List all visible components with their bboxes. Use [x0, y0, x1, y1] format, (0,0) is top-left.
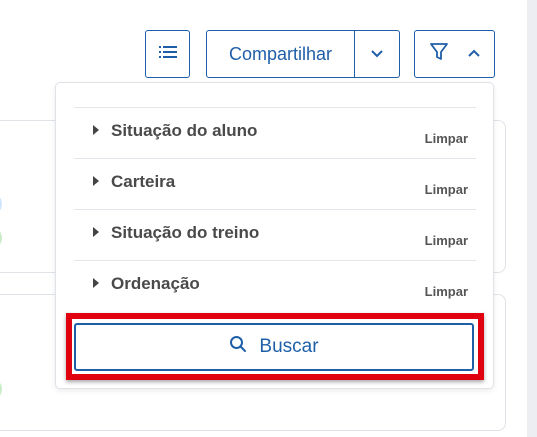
status-dot — [0, 227, 2, 249]
caret-right-icon — [93, 227, 99, 237]
share-dropdown-toggle[interactable] — [355, 31, 399, 77]
clear-filter-link[interactable]: Limpar — [425, 233, 468, 248]
status-dot — [0, 378, 2, 400]
chevron-up-icon — [467, 45, 481, 63]
filter-icon — [429, 42, 449, 67]
search-button[interactable]: Buscar — [74, 323, 474, 371]
search-icon — [229, 335, 247, 359]
filter-label: Ordenação — [111, 274, 200, 293]
caret-right-icon — [93, 125, 99, 135]
caret-right-icon — [93, 176, 99, 186]
filter-item-ordenacao[interactable]: Ordenação Limpar — [74, 260, 476, 311]
page-gutter — [527, 0, 537, 437]
filter-item-situacao-treino[interactable]: Situação do treino Limpar — [74, 209, 476, 260]
list-view-button[interactable] — [145, 30, 190, 78]
filter-item-situacao-aluno[interactable]: Situação do aluno Limpar — [74, 107, 476, 158]
clear-filter-link[interactable]: Limpar — [425, 284, 468, 299]
filter-label: Carteira — [111, 172, 176, 191]
search-button-label: Buscar — [259, 336, 319, 357]
list-icon — [158, 45, 177, 64]
filter-item-carteira[interactable]: Carteira Limpar — [74, 158, 476, 209]
main-panel: Compartilhar Situação do aluno Limpar Ca… — [0, 0, 527, 437]
status-dot — [0, 193, 2, 215]
filter-label: Situação do treino — [111, 223, 260, 242]
filter-toggle-button[interactable] — [414, 30, 495, 78]
chevron-down-icon — [370, 45, 384, 63]
share-button-group: Compartilhar — [206, 30, 400, 78]
clear-filter-link[interactable]: Limpar — [425, 131, 468, 146]
caret-right-icon — [93, 278, 99, 288]
filter-label: Situação do aluno — [111, 121, 258, 140]
share-button[interactable]: Compartilhar — [207, 31, 355, 77]
clear-filter-link[interactable]: Limpar — [425, 182, 468, 197]
